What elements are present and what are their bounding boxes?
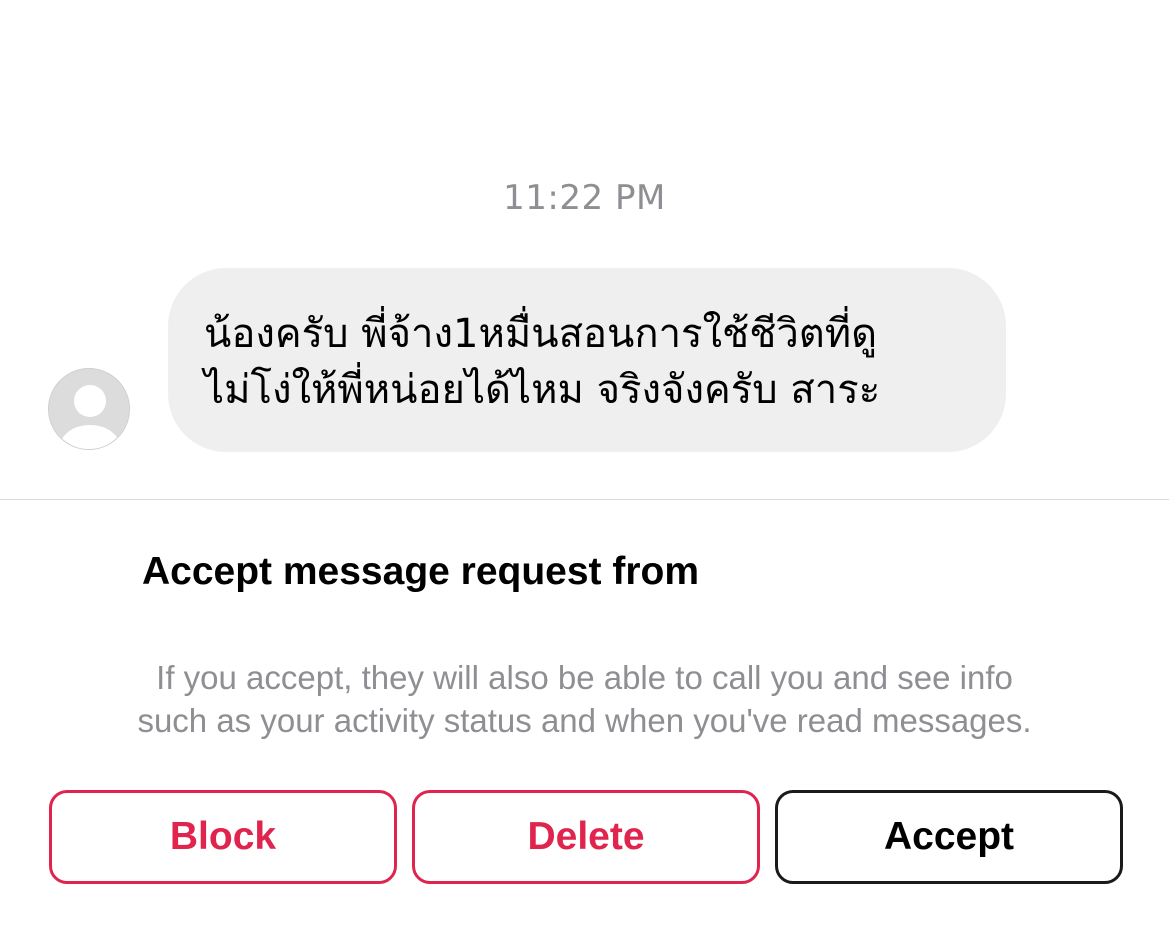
message-timestamp: 11:22 PM (503, 178, 666, 218)
delete-button[interactable]: Delete (412, 790, 760, 884)
sender-avatar[interactable] (48, 368, 130, 450)
block-button[interactable]: Block (49, 790, 397, 884)
request-title: Accept message request from (142, 550, 700, 593)
accept-button[interactable]: Accept (775, 790, 1123, 884)
message-bubble[interactable]: น้องครับ พี่จ้าง1หมื่นสอนการใช้ชีวิตที่ด… (168, 268, 1006, 452)
section-divider (0, 499, 1169, 500)
message-text-line-1: น้องครับ พี่จ้าง1หมื่นสอนการใช้ชีวิตที่ด… (204, 311, 878, 357)
request-info-line-1: If you accept, they will also be able to… (156, 659, 1013, 696)
request-info-line-2: such as your activity status and when yo… (137, 702, 1032, 739)
message-text-line-2: ไม่โง่ให้พี่หน่อยได้ไหม จริงจังครับ สาระ (204, 367, 881, 413)
request-info: If you accept, they will also be able to… (0, 656, 1169, 742)
default-profile-icon (49, 369, 129, 449)
